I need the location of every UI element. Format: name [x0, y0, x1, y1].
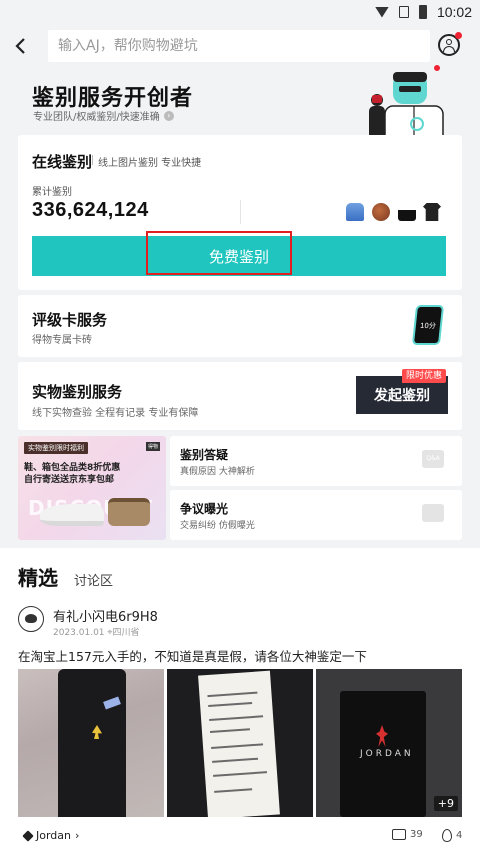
post-location: 四川省	[112, 628, 140, 638]
avatar[interactable]	[18, 606, 44, 632]
document-icon	[422, 504, 444, 522]
feed-tabs: 精选 讨论区	[18, 562, 113, 591]
tab-featured[interactable]: 精选	[18, 562, 58, 591]
banner-chip: 实物鉴别限时福利	[24, 442, 88, 454]
care-label	[198, 670, 280, 817]
count-label: 累计鉴别	[32, 187, 72, 198]
like-count: 4	[456, 830, 463, 841]
promo-banner[interactable]: 实物鉴别限时福利 得物 鞋、箱包全品类8折优惠 自行寄送送京东享包邮 DISCO…	[18, 436, 166, 540]
chevron-right-icon: ›	[75, 829, 80, 842]
online-tagline: 线上图片鉴别 专业快捷	[91, 154, 201, 169]
grade-card-title: 评级卡服务	[32, 311, 108, 329]
fire-icon	[442, 829, 452, 842]
like-button[interactable]: 4	[442, 829, 462, 842]
highlight-box	[146, 231, 292, 275]
product-thumb-tshirt	[423, 203, 441, 221]
handbag-image	[108, 498, 150, 526]
product-thumb-figure	[346, 203, 364, 221]
physical-title: 实物鉴别服务	[32, 383, 123, 401]
notification-dot	[455, 32, 462, 39]
physical-appraisal-card: 实物鉴别服务 线下实物查验 全程有记录 专业有保障 发起鉴别 限时优惠	[18, 362, 462, 430]
tag-icon	[22, 829, 34, 842]
dispute-title: 争议曝光	[180, 502, 229, 516]
chevron-right-icon: ›	[163, 110, 174, 121]
sneaker-image	[40, 504, 104, 526]
topic-tag[interactable]: Jordan ›	[22, 829, 80, 842]
search-input[interactable]	[58, 38, 430, 54]
search-box[interactable]	[48, 30, 430, 62]
hero-subtitle-link[interactable]: 专业团队/权威鉴别/快速准确 ›	[33, 108, 174, 123]
physical-desc: 线下实物查验 全程有记录 专业有保障	[32, 408, 199, 419]
post-meta: 2023.01.01 ⌖四川省	[53, 625, 140, 638]
qa-card[interactable]: 鉴别答疑 真假原因 大神解析 Q&A	[170, 436, 462, 486]
free-appraisal-button[interactable]: 免费鉴别	[32, 231, 446, 276]
comment-count: 39	[410, 829, 423, 840]
post-photo-2[interactable]	[167, 669, 313, 817]
dispute-desc: 交易纠纷 仿假曝光	[180, 521, 255, 531]
status-bar: 10:02	[0, 0, 480, 24]
jumpman-logo	[376, 725, 388, 747]
online-title: 在线鉴别	[32, 153, 93, 171]
online-appraisal-card: 在线鉴别 线上图片鉴别 专业快捷 累计鉴别 336,624,124 免费鉴别	[18, 135, 462, 290]
post-photo-1[interactable]	[18, 669, 164, 817]
feed-section: 精选 讨论区 有礼小闪电6r9H8 2023.01.01 ⌖四川省 在淘宝上15…	[0, 548, 480, 855]
photo-brand-text: JORDAN	[360, 749, 414, 759]
wifi-icon	[374, 6, 389, 18]
qa-title: 鉴别答疑	[180, 448, 229, 462]
hero-subtitle: 专业团队/权威鉴别/快速准确	[33, 112, 160, 123]
post-text[interactable]: 在淘宝上157元入手的，不知道是真是假，请各位大神鉴定一下	[18, 646, 367, 665]
post-photo-3[interactable]: JORDAN +9	[316, 669, 462, 817]
comment-button[interactable]: 39	[392, 829, 423, 840]
more-photos-badge: +9	[433, 796, 458, 811]
comment-icon	[392, 829, 406, 840]
top-bar	[0, 28, 480, 64]
product-thumb-basketball	[372, 203, 390, 221]
grade-card-service[interactable]: 评级卡服务 得物专属卡砖 10分	[18, 295, 462, 357]
banner-logo: 得物	[145, 442, 160, 451]
user-icon	[446, 39, 452, 45]
post-date: 2023.01.01	[53, 628, 105, 638]
banner-subheadline: 自行寄送送京东享包邮	[24, 475, 115, 485]
count-value: 336,624,124	[32, 199, 149, 221]
qa-icon: Q&A	[422, 450, 444, 468]
promo-badge: 限时优惠	[402, 369, 447, 383]
topic-label: Jordan	[36, 829, 71, 842]
tab-discussion[interactable]: 讨论区	[74, 570, 113, 589]
chevron-left-icon	[15, 38, 25, 54]
sim-icon	[398, 6, 409, 18]
status-time: 10:02	[436, 4, 472, 20]
profile-button[interactable]	[438, 32, 462, 56]
grade-card-desc: 得物专属卡砖	[32, 335, 92, 346]
divider	[240, 200, 241, 224]
qa-desc: 真假原因 大神解析	[180, 467, 255, 477]
post-footer: Jordan › 39 4	[0, 829, 480, 853]
product-thumb-sneaker	[398, 203, 416, 221]
battery-icon	[418, 5, 427, 19]
back-button[interactable]	[0, 28, 40, 64]
post-username[interactable]: 有礼小闪电6r9H8	[53, 606, 158, 625]
grade-card-icon: 10分	[414, 307, 442, 343]
dispute-card[interactable]: 争议曝光 交易纠纷 仿假曝光	[170, 490, 462, 540]
